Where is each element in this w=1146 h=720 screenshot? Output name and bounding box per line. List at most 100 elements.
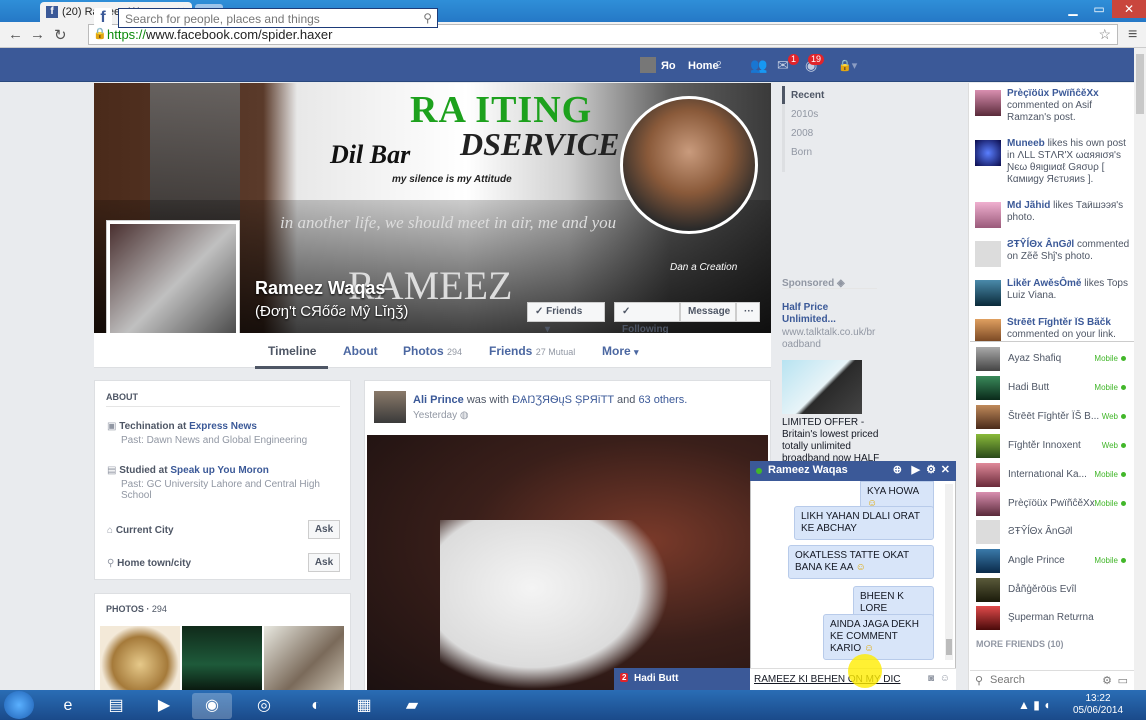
close-icon[interactable]: ✕	[941, 463, 950, 476]
chat-friend-row[interactable]: Ayaz Shafiq Mobile	[976, 346, 1134, 371]
chat-friend-row[interactable]: Hadi Butt Mobile	[976, 375, 1134, 400]
back-arrow-icon[interactable]: ←	[8, 26, 23, 43]
work-link[interactable]: Express News	[189, 421, 257, 432]
friends-button[interactable]: ✓ Friends ▾	[527, 302, 605, 335]
ticker-item[interactable]: Md Jãhid likes Таӥшээя's photo.	[975, 200, 1133, 228]
online-dot	[1121, 414, 1126, 419]
post-author-avatar[interactable]	[374, 391, 406, 423]
taskbar-clock[interactable]: 13:22 05/06/2014	[1068, 693, 1128, 717]
forward-arrow-icon[interactable]: →	[30, 26, 45, 43]
chat-search-input[interactable]: ⚲ Search ⚙ ▭	[970, 670, 1134, 690]
minimized-chat-tab[interactable]: 2 Hadi Butt	[614, 668, 750, 690]
add-friends-to-chat-icon[interactable]: ⊕	[893, 463, 902, 476]
briefcase-icon: ▣	[107, 421, 117, 432]
ask-hometown-button[interactable]: Ask	[308, 553, 340, 572]
friend-requests-icon[interactable]: 👥	[750, 57, 767, 74]
tab-more[interactable]: More ▾	[602, 344, 639, 358]
chat-friend-row[interactable]: Internatıonal Ka... Mobile	[976, 462, 1134, 487]
ticker-item[interactable]: Štrēēt Fīghtěr ÏŠ Bãčk commented on your…	[975, 317, 1133, 341]
following-button[interactable]: ✓ Following	[614, 302, 680, 335]
emoticon-picker-icon[interactable]: ☺	[940, 673, 950, 684]
gear-icon[interactable]: ⚙	[926, 463, 936, 476]
tab-more-label: More	[602, 344, 631, 358]
system-tray-icons[interactable]: ▲ ▮ ◖	[1018, 698, 1050, 712]
ad-url[interactable]: www.talktalk.co.uk/broadband	[782, 327, 878, 351]
profile-name[interactable]: Rameez Waqas	[255, 278, 385, 299]
user-avatar[interactable]	[640, 57, 656, 73]
tab-friends[interactable]: Friends 27 Mutual	[489, 344, 575, 358]
search-icon[interactable]: ⚲	[423, 11, 432, 25]
excel-icon[interactable]: ▦	[344, 693, 384, 719]
ticker-item[interactable]: Prèçïöüx PwïñĉěXx commented on Asif Ramz…	[975, 88, 1133, 124]
chat-friend-row[interactable]: Angle Prince Mobile	[976, 548, 1134, 573]
tab-about[interactable]: About	[343, 344, 378, 358]
friend-status: Mobile	[1094, 354, 1118, 363]
file-explorer-icon[interactable]: ▤	[96, 693, 136, 719]
photo-thumbnail[interactable]	[182, 626, 262, 690]
user-name-link[interactable]: Яо	[661, 60, 676, 72]
chat-friend-row[interactable]: ƧŦŶĺΘx ÂnG∂l	[976, 519, 1134, 544]
messages-icon[interactable]: ✉	[777, 57, 789, 74]
ticker-item[interactable]: ƧŦŶĺΘx ÂnG∂l commented on Zẽẽ Shĵ's phot…	[975, 239, 1133, 267]
year-2008[interactable]: 2008	[791, 128, 813, 139]
bookmark-star-icon[interactable]: ☆	[1098, 26, 1111, 43]
home-link[interactable]: Home	[688, 60, 719, 72]
video-call-icon[interactable]: ▶	[912, 463, 920, 476]
folder-icon[interactable]: ▰	[392, 693, 432, 719]
reload-icon[interactable]: ↻	[54, 26, 67, 44]
firefox-icon[interactable]: ◎	[244, 693, 284, 719]
browser-menu-icon[interactable]: ≡	[1128, 26, 1137, 44]
ad-text[interactable]: LIMITED OFFER - Britain's lowest priced …	[782, 417, 880, 461]
media-player-icon[interactable]: ▶	[144, 693, 184, 719]
more-options-button[interactable]: ···	[736, 302, 760, 322]
ad-image[interactable]	[782, 360, 862, 414]
internet-explorer-icon[interactable]: e	[48, 693, 88, 719]
gear-icon[interactable]: ⚙	[1102, 674, 1112, 687]
year-born[interactable]: Born	[791, 147, 812, 158]
sidebar-toggle-icon[interactable]: ▭	[1118, 674, 1128, 687]
message-button[interactable]: Message	[680, 302, 736, 322]
friends-button-label: Friends	[546, 306, 583, 317]
chat-header[interactable]: Rameez Waqas ⊕ ▶ ⚙ ✕	[750, 461, 956, 481]
recorder-icon[interactable]: ◐	[296, 693, 336, 719]
profile-alternate-name: (Ɖơŋ't CЯőőƨ Mŷ Lĭŋǯ)	[255, 303, 409, 320]
study-link[interactable]: Speak up You Moron	[170, 465, 269, 476]
camera-icon[interactable]: ◙	[928, 673, 934, 684]
avatar	[976, 376, 1000, 400]
chat-friend-row[interactable]: Fīghtěr Innoxent Web	[976, 433, 1134, 458]
tab-timeline[interactable]: Timeline	[268, 344, 316, 358]
post-timestamp[interactable]: Yesterday ◍	[413, 410, 469, 421]
chat-friend-row[interactable]: Prèçïöüx PwïñĉěXx Mobile	[976, 491, 1134, 516]
photos-heading[interactable]: PHOTOS · 294	[106, 604, 167, 614]
ticker-item[interactable]: Likěr AwěsÔmě likes Tops Luiz Viana.	[975, 278, 1133, 306]
privacy-shortcuts-icon[interactable]: 🔒▾	[838, 59, 857, 72]
start-button[interactable]	[4, 691, 34, 719]
chat-friend-row[interactable]: Dåñģěrōüs Evîl	[976, 577, 1134, 602]
chat-friend-row[interactable]: Štrēēt Fīghtěr ÏŠ B... Web	[976, 404, 1134, 429]
post-tagged-link[interactable]: ƉѦŊƷЯѲųS ȘPЯīTT	[512, 394, 614, 406]
chat-scrollbar[interactable]	[945, 484, 953, 660]
post-author-link[interactable]: Ali Prince	[413, 394, 464, 406]
maximize-window-button[interactable]: ▭	[1086, 0, 1112, 18]
year-2010s[interactable]: 2010s	[791, 109, 818, 120]
photo-thumbnail[interactable]	[100, 626, 180, 690]
page-scrollbar[interactable]	[1134, 48, 1146, 690]
chat-friend-row[interactable]: Şuperman Retưrna	[976, 605, 1134, 630]
facebook-logo-icon[interactable]: f	[94, 8, 112, 26]
ad-title-link[interactable]: Half Price Unlimited...	[782, 302, 872, 326]
message-button-label: Message	[688, 306, 731, 317]
minimize-window-button[interactable]: ▁	[1060, 0, 1086, 18]
post-others-link[interactable]: 63 others.	[638, 394, 687, 406]
tab-photos[interactable]: Photos 294	[403, 344, 462, 358]
facebook-search-input[interactable]: Search for people, places and things ⚲	[118, 8, 438, 28]
year-recent[interactable]: Recent	[791, 90, 824, 101]
search-icon: ⚲	[975, 675, 984, 687]
online-dot	[1121, 501, 1126, 506]
mouse-cursor-highlight	[848, 654, 882, 688]
photo-thumbnail[interactable]	[264, 626, 344, 690]
ask-current-city-button[interactable]: Ask	[308, 520, 340, 539]
location-pin-icon: ⚲	[107, 558, 115, 569]
ticker-item[interactable]: Muneeb likes his own post in ΛLL STΛR'X …	[975, 138, 1133, 186]
chrome-icon[interactable]: ◉	[192, 693, 232, 719]
close-window-button[interactable]: ✕	[1112, 0, 1146, 18]
